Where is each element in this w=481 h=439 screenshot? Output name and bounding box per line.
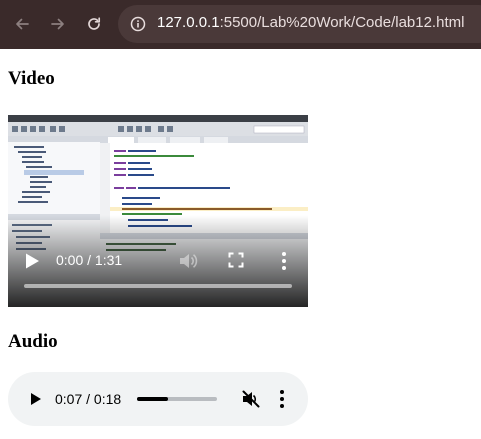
- video-heading: Video: [8, 68, 55, 89]
- reload-button[interactable]: [83, 13, 105, 35]
- mute-icon[interactable]: [178, 251, 198, 271]
- video-player[interactable]: 0:00 / 1:31: [8, 115, 308, 307]
- audio-progress-bar[interactable]: [137, 397, 217, 401]
- arrow-left-icon: [16, 18, 29, 30]
- muted-icon[interactable]: [241, 389, 261, 409]
- controls-overlay: [8, 215, 308, 307]
- audio-progress-fill: [137, 397, 169, 401]
- address-bar[interactable]: 127.0.0.1:5500/Lab%20Work/Code/lab12.htm…: [118, 5, 481, 43]
- url-host: 127.0.0.1: [157, 14, 220, 31]
- url-path: :5500/Lab%20Work/Code/lab12.html: [219, 14, 465, 31]
- play-icon[interactable]: [30, 392, 42, 406]
- reload-icon: [88, 17, 101, 30]
- more-options-icon[interactable]: [280, 251, 288, 271]
- video-time: 0:00 / 1:31: [56, 252, 123, 268]
- play-icon[interactable]: [24, 252, 40, 270]
- audio-player[interactable]: 0:07 / 0:18: [8, 372, 308, 426]
- video-progress-bar[interactable]: [24, 284, 292, 288]
- url-text[interactable]: 127.0.0.1:5500/Lab%20Work/Code/lab12.htm…: [157, 14, 464, 31]
- back-button[interactable]: [11, 13, 33, 35]
- audio-time: 0:07 / 0:18: [55, 391, 122, 407]
- audio-heading: Audio: [8, 331, 58, 352]
- site-info-icon[interactable]: [129, 15, 147, 33]
- browser-toolbar: 127.0.0.1:5500/Lab%20Work/Code/lab12.htm…: [0, 0, 481, 49]
- fullscreen-icon[interactable]: [228, 252, 244, 268]
- forward-button[interactable]: [47, 13, 69, 35]
- arrow-right-icon: [51, 18, 64, 30]
- more-options-icon[interactable]: [278, 389, 286, 409]
